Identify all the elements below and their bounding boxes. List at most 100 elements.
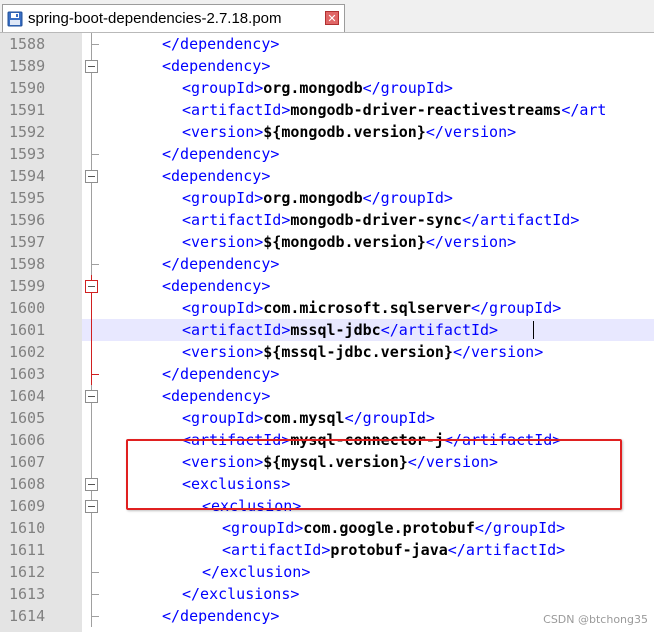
line-number: 1613: [9, 585, 46, 603]
code-line[interactable]: 1612 </exclusion>: [0, 561, 654, 583]
xml-tag: <groupId>: [222, 519, 304, 537]
code-line[interactable]: 1604 <dependency>: [0, 385, 654, 407]
code-line[interactable]: 1599 <dependency>: [0, 275, 654, 297]
code-line[interactable]: 1595 <groupId>org.mongodb</groupId>: [0, 187, 654, 209]
code-text: </exclusion>: [202, 561, 310, 583]
xml-tag: </dependency>: [162, 255, 280, 273]
code-line[interactable]: 1605 <groupId>com.mysql</groupId>: [0, 407, 654, 429]
fold-toggle-icon[interactable]: [84, 385, 100, 407]
fold-toggle-icon[interactable]: [84, 275, 100, 297]
code-text: <artifactId>mssql-jdbc</artifactId>: [182, 319, 498, 341]
line-number: 1590: [9, 79, 46, 97]
fold-guide: [84, 209, 100, 231]
xml-tag: <version>: [182, 123, 264, 141]
xml-tag: </exclusion>: [202, 563, 311, 581]
xml-tag: <artifactId>: [182, 101, 291, 119]
line-number: 1593: [9, 145, 46, 163]
xml-value: com.microsoft.sqlserver: [263, 299, 471, 317]
xml-value: com.google.protobuf: [303, 519, 475, 537]
text-caret: [533, 321, 534, 339]
fold-guide: [84, 99, 100, 121]
code-line[interactable]: 1597 <version>${mongodb.version}</version…: [0, 231, 654, 253]
line-number: 1597: [9, 233, 46, 251]
code-line[interactable]: 1601 <artifactId>mssql-jdbc</artifactId>: [0, 319, 654, 341]
line-number: 1610: [9, 519, 46, 537]
fold-guide: [84, 605, 100, 627]
code-line[interactable]: 1589 <dependency>: [0, 55, 654, 77]
xml-tag: <dependency>: [162, 167, 271, 185]
code-text: <groupId>com.mysql</groupId>: [182, 407, 435, 429]
xml-tag: <artifactId>: [182, 321, 291, 339]
line-number: 1602: [9, 343, 46, 361]
code-line[interactable]: 1593 </dependency>: [0, 143, 654, 165]
fold-guide: [84, 33, 100, 55]
line-number: 1608: [9, 475, 46, 493]
line-number: 1599: [9, 277, 46, 295]
code-line[interactable]: 1611 <artifactId>protobuf-java</artifactI…: [0, 539, 654, 561]
xml-tag: </groupId>: [362, 79, 453, 97]
xml-tag: <dependency>: [162, 387, 271, 405]
watermark: CSDN @btchong35: [543, 613, 648, 626]
code-line[interactable]: 1600 <groupId>com.microsoft.sqlserver</gr…: [0, 297, 654, 319]
xml-value: org.mongodb: [263, 79, 363, 97]
fold-guide: [84, 583, 100, 605]
code-text: </dependency>: [162, 143, 279, 165]
line-number: 1594: [9, 167, 46, 185]
xml-value: ${mongodb.version}: [263, 233, 426, 251]
code-text: <groupId>org.mongodb</groupId>: [182, 77, 453, 99]
fold-toggle-icon[interactable]: [84, 165, 100, 187]
code-line[interactable]: 1594 <dependency>: [0, 165, 654, 187]
code-line[interactable]: 1591 <artifactId>mongodb-driver-reactives…: [0, 99, 654, 121]
xml-tag: </artifactId>: [380, 321, 499, 339]
xml-value: org.mongodb: [263, 189, 363, 207]
fold-toggle-icon[interactable]: [84, 473, 100, 495]
code-line[interactable]: 1588 </dependency>: [0, 33, 654, 55]
code-text: <artifactId>mongodb-driver-sync</artifac…: [182, 209, 579, 231]
xml-tag: </artifactId>: [461, 211, 580, 229]
code-line[interactable]: 1603 </dependency>: [0, 363, 654, 385]
code-editor[interactable]: 1588 </dependency> 1589 <dependency> 1590 <gr…: [0, 33, 654, 632]
code-line[interactable]: 1613 </exclusions>: [0, 583, 654, 605]
tab-title: spring-boot-dependencies-2.7.18.pom: [28, 10, 282, 27]
xml-tag: </artifactId>: [447, 541, 566, 559]
fold-toggle-icon[interactable]: [84, 55, 100, 77]
line-number: 1612: [9, 563, 46, 581]
code-text: </dependency>: [162, 33, 279, 55]
line-number: 1591: [9, 101, 46, 119]
code-text: </dependency>: [162, 253, 279, 275]
xml-tag: </exclusions>: [182, 585, 300, 603]
fold-guide: [84, 253, 100, 275]
code-text: <artifactId>protobuf-java</artifactId>: [222, 539, 565, 561]
xml-value: mongodb-driver-reactivestreams: [290, 101, 562, 119]
code-text: </exclusions>: [182, 583, 299, 605]
line-number: 1592: [9, 123, 46, 141]
code-line[interactable]: 1590 <groupId>org.mongodb</groupId>: [0, 77, 654, 99]
line-number: 1606: [9, 431, 46, 449]
xml-tag: </version>: [425, 233, 517, 251]
xml-tag: <dependency>: [162, 277, 271, 295]
xml-tag: <groupId>: [182, 189, 264, 207]
code-line[interactable]: 1602 <version>${mssql-jdbc.version}</vers…: [0, 341, 654, 363]
code-text: <dependency>: [162, 385, 270, 407]
xml-value: protobuf-java: [330, 541, 448, 559]
code-lines: 1588 </dependency> 1589 <dependency> 1590 <gr…: [0, 33, 654, 627]
xml-tag: </groupId>: [362, 189, 453, 207]
xml-tag: </dependency>: [162, 145, 280, 163]
line-number: 1614: [9, 607, 46, 625]
xml-tag: <version>: [182, 343, 264, 361]
fold-guide: [84, 363, 100, 385]
code-line[interactable]: 1596 <artifactId>mongodb-driver-sync</art…: [0, 209, 654, 231]
code-text: </dependency>: [162, 363, 279, 385]
file-tab[interactable]: spring-boot-dependencies-2.7.18.pom ✕: [2, 4, 345, 32]
code-line[interactable]: 1610 <groupId>com.google.protobuf</groupI…: [0, 517, 654, 539]
fold-toggle-icon[interactable]: [84, 495, 100, 517]
line-number: 1596: [9, 211, 46, 229]
close-tab-icon[interactable]: ✕: [325, 11, 339, 25]
code-line[interactable]: 1592 <version>${mongodb.version}</version…: [0, 121, 654, 143]
line-number: 1601: [0, 319, 82, 341]
fold-guide: [84, 319, 100, 341]
xml-tag: </version>: [452, 343, 544, 361]
fold-guide: [84, 517, 100, 539]
xml-tag: </dependency>: [162, 35, 280, 53]
code-line[interactable]: 1598 </dependency>: [0, 253, 654, 275]
